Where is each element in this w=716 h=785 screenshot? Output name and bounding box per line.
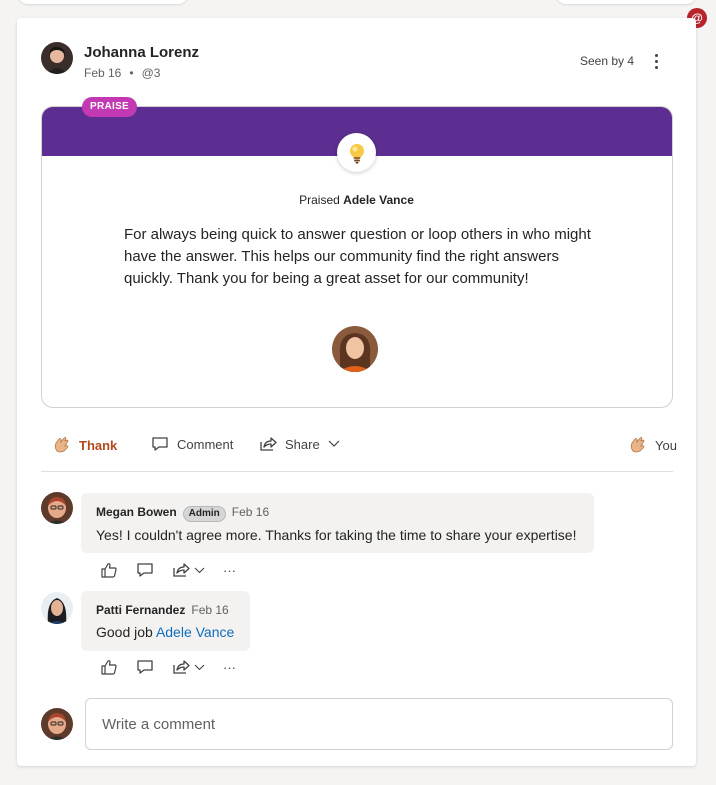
share-comment-button[interactable] bbox=[172, 659, 205, 675]
clapping-hands-icon bbox=[630, 437, 645, 453]
comment-author[interactable]: Megan Bowen bbox=[96, 505, 177, 519]
like-button[interactable] bbox=[100, 659, 118, 675]
comment-icon bbox=[137, 563, 153, 577]
seen-by-count[interactable]: Seen by 4 bbox=[580, 54, 634, 68]
comment-text: Good job Adele Vance bbox=[96, 624, 235, 640]
share-icon bbox=[260, 437, 277, 451]
comment-label: Comment bbox=[177, 436, 234, 452]
reactions-summary[interactable]: You bbox=[629, 436, 677, 454]
post-meta: Feb 16 • @3 bbox=[84, 66, 160, 80]
share-button[interactable]: Share bbox=[259, 436, 340, 452]
like-button[interactable] bbox=[100, 562, 118, 578]
reply-button[interactable] bbox=[136, 659, 154, 675]
mention-count[interactable]: @3 bbox=[142, 66, 161, 80]
post-actions-bar: Thank Comment Share You bbox=[41, 436, 677, 454]
praise-post-card: Johanna Lorenz Feb 16 • @3 Seen by 4 PRAIS… bbox=[17, 18, 696, 766]
comment-date: Feb 16 bbox=[231, 505, 270, 519]
reply-button[interactable] bbox=[136, 562, 154, 578]
author-avatar[interactable] bbox=[41, 42, 73, 74]
comment-icon bbox=[137, 660, 153, 674]
commenter-avatar[interactable] bbox=[41, 492, 73, 524]
reacted-by-label: You bbox=[655, 437, 677, 453]
comment-button[interactable]: Comment bbox=[151, 436, 233, 452]
thumbs-up-icon bbox=[101, 660, 117, 675]
thank-button[interactable]: Thank bbox=[53, 436, 117, 454]
share-comment-button[interactable] bbox=[172, 562, 205, 578]
lightbulb-icon bbox=[337, 133, 376, 172]
previous-card-edge bbox=[18, 0, 188, 4]
comment-item: Patti Fernandez Feb 16 Good job Adele Van… bbox=[81, 591, 250, 651]
chevron-down-icon bbox=[194, 664, 205, 670]
comment-actions: ··· bbox=[100, 659, 236, 675]
comment-author[interactable]: Patti Fernandez bbox=[96, 603, 185, 617]
comment-input[interactable] bbox=[85, 698, 673, 750]
share-icon bbox=[173, 563, 190, 577]
thank-label: Thank bbox=[79, 437, 118, 453]
comment-text: Yes! I couldn't agree more. Thanks for t… bbox=[96, 527, 577, 543]
chevron-down-icon bbox=[328, 440, 340, 447]
comment-mention-link[interactable]: Adele Vance bbox=[156, 624, 234, 640]
thumbs-up-icon bbox=[101, 563, 117, 578]
share-label: Share bbox=[285, 436, 320, 452]
comment-date: Feb 16 bbox=[191, 603, 229, 617]
meta-separator: • bbox=[129, 66, 134, 80]
comment-more-button[interactable]: ··· bbox=[223, 563, 236, 578]
praised-recipient-name[interactable]: Adele Vance bbox=[343, 193, 414, 207]
chevron-down-icon bbox=[194, 567, 205, 573]
praised-prefix: Praised bbox=[299, 193, 340, 207]
praised-recipient-line: Praised Adele Vance bbox=[17, 193, 696, 207]
comment-item: Megan Bowen Admin Feb 16 Yes! I couldn't a… bbox=[81, 493, 594, 553]
admin-badge: Admin bbox=[182, 506, 226, 522]
more-options-icon[interactable] bbox=[649, 50, 663, 72]
post-author-name[interactable]: Johanna Lorenz bbox=[84, 44, 199, 61]
clapping-hands-icon bbox=[54, 437, 69, 453]
previous-card-edge-right bbox=[556, 0, 696, 4]
current-user-avatar[interactable] bbox=[41, 708, 73, 740]
comment-text-prefix: Good job bbox=[96, 624, 156, 640]
comment-actions: ··· bbox=[100, 562, 236, 578]
praise-badge: PRAISE bbox=[82, 97, 138, 117]
share-icon bbox=[173, 660, 190, 674]
commenter-avatar[interactable] bbox=[41, 592, 73, 624]
recipient-avatar[interactable] bbox=[332, 326, 378, 372]
post-date: Feb 16 bbox=[84, 66, 122, 80]
comment-more-button[interactable]: ··· bbox=[223, 660, 236, 675]
actions-divider bbox=[41, 471, 673, 472]
praise-message: For always being quick to answer questio… bbox=[124, 226, 591, 287]
comment-icon bbox=[152, 437, 168, 451]
